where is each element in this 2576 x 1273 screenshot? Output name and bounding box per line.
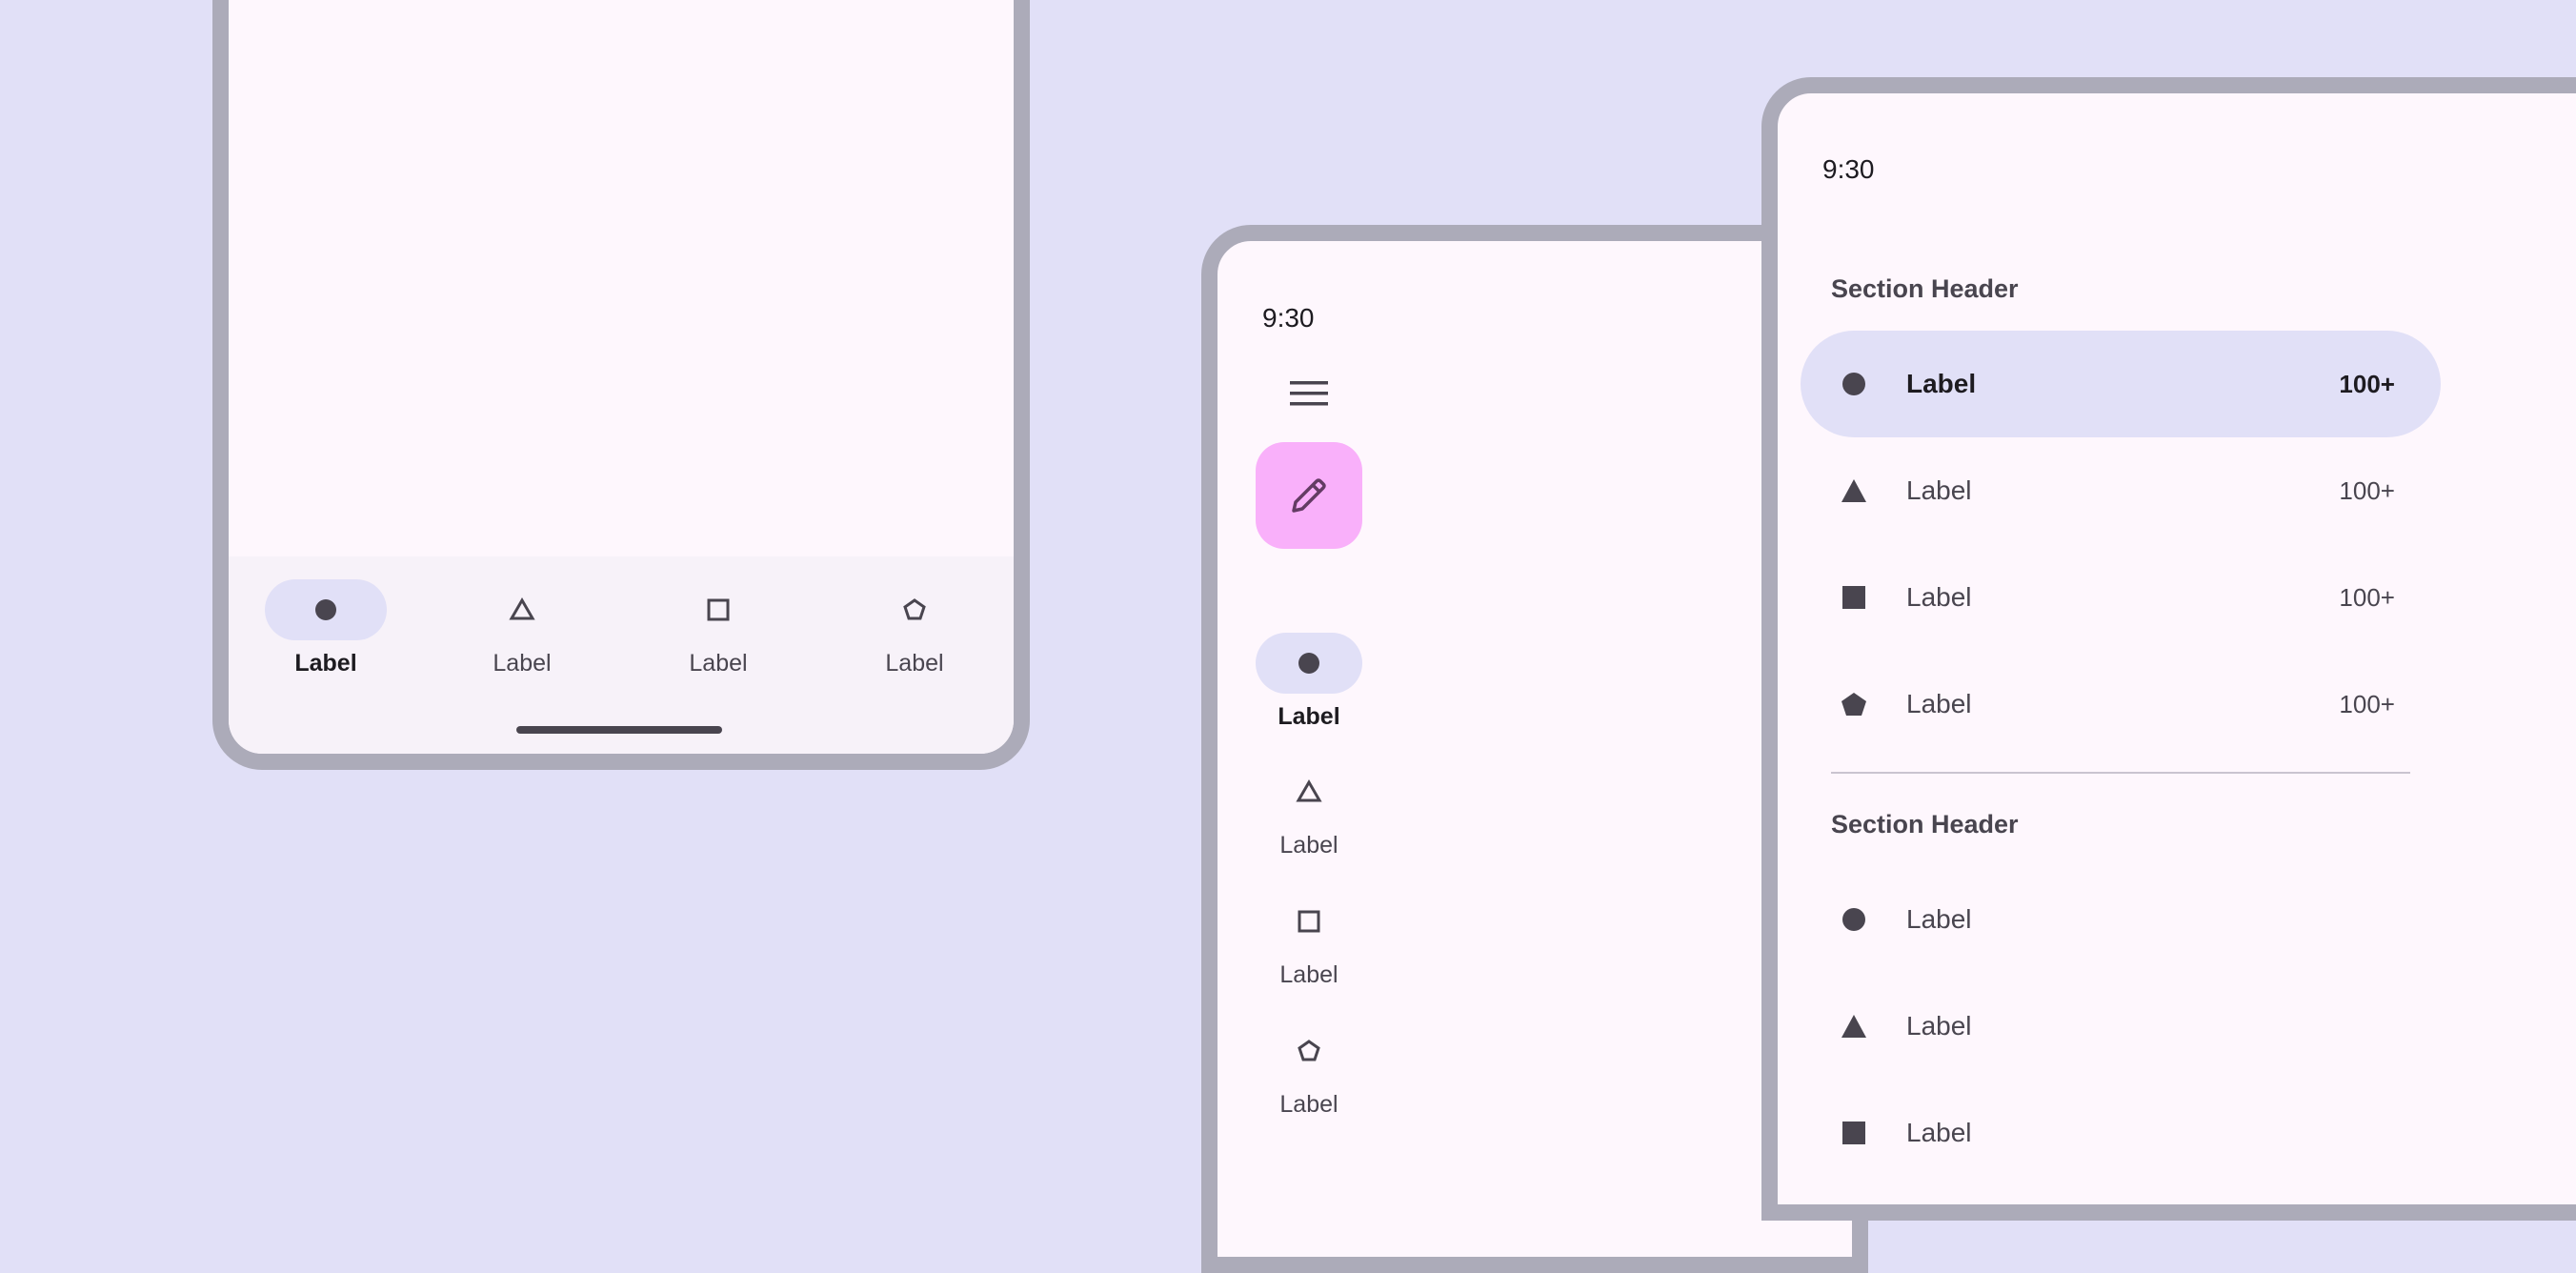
drawer-item-7[interactable]: Label (1801, 1080, 2441, 1186)
nav-item-3[interactable]: Label (633, 579, 804, 694)
square-icon (1842, 1121, 1865, 1144)
section-divider (1831, 772, 2410, 774)
rail-item-2[interactable]: Label (1218, 761, 1400, 859)
nav-item-4[interactable]: Label (829, 579, 1000, 694)
edit-icon (1292, 478, 1326, 513)
section-header: Section Header (1831, 274, 2019, 303)
active-indicator (265, 579, 387, 640)
active-indicator (1256, 633, 1362, 694)
rail-item-label: Label (1278, 703, 1340, 730)
drawer-item-label: Label (1906, 582, 1972, 612)
rail-item-1[interactable]: Label (1218, 633, 1400, 731)
drawer-item-6[interactable]: Label (1801, 973, 2441, 1080)
nav-item-label: Label (689, 650, 748, 677)
drawer-item-5[interactable]: Label (1801, 866, 2441, 973)
gesture-home-bar[interactable] (516, 726, 722, 734)
nav-item-label: Label (885, 650, 944, 677)
circle-icon (1842, 908, 1865, 931)
triangle-outline-icon (1296, 779, 1322, 802)
menu-button[interactable] (1278, 363, 1339, 424)
drawer-item-4[interactable]: Label 100+ (1801, 651, 2441, 758)
drawer-item-label: Label (1906, 1118, 1972, 1147)
nav-item-1[interactable]: Label (240, 579, 412, 694)
drawer-item-1[interactable]: Label 100+ (1801, 331, 2441, 437)
nav-item-2[interactable]: Label (436, 579, 608, 694)
rail-item-label: Label (1279, 832, 1338, 859)
rail-item-label: Label (1279, 961, 1338, 988)
drawer-item-label: Label (1906, 475, 1972, 505)
pentagon-outline-icon (903, 598, 926, 620)
rail-item-4[interactable]: Label (1218, 1020, 1400, 1119)
circle-icon (1842, 373, 1865, 395)
compose-fab[interactable] (1256, 442, 1362, 549)
square-outline-icon (707, 598, 730, 621)
nav-item-label: Label (493, 650, 552, 677)
drawer-item-2[interactable]: Label 100+ (1801, 437, 2441, 544)
status-time: 9:30 (1262, 303, 1315, 333)
drawer-item-badge: 100+ (2339, 475, 2395, 505)
bottom-navigation-bar: Label Label Label Label (229, 556, 1014, 754)
nav-item-label: Label (294, 650, 357, 677)
pentagon-icon (1841, 693, 1866, 716)
section-header: Section Header (1831, 810, 2019, 839)
drawer-item-label: Label (1906, 904, 1972, 934)
drawer-item-badge: 100+ (2339, 369, 2395, 398)
drawer-item-label: Label (1906, 689, 1972, 718)
pentagon-outline-icon (1298, 1040, 1320, 1061)
rail-item-3[interactable]: Label (1218, 891, 1400, 989)
drawer-item-3[interactable]: Label 100+ (1801, 544, 2441, 651)
menu-icon (1290, 381, 1328, 406)
rail-item-label: Label (1279, 1091, 1338, 1118)
large-tablet-device: 9:30 Section Header Label 100+ Label 100… (1761, 77, 2576, 1221)
triangle-outline-icon (509, 597, 535, 620)
drawer-item-badge: 100+ (2339, 582, 2395, 612)
phone-device: Label Label Label Label (212, 0, 1030, 770)
circle-icon (1298, 653, 1319, 674)
square-outline-icon (1298, 910, 1320, 933)
drawer-item-label: Label (1906, 1011, 1972, 1041)
square-icon (1842, 586, 1865, 609)
drawer-item-label: Label (1906, 369, 1977, 398)
triangle-icon (1841, 1015, 1866, 1038)
circle-icon (315, 599, 336, 620)
triangle-icon (1841, 479, 1866, 502)
status-time: 9:30 (1822, 154, 1875, 184)
drawer-item-badge: 100+ (2339, 689, 2395, 718)
